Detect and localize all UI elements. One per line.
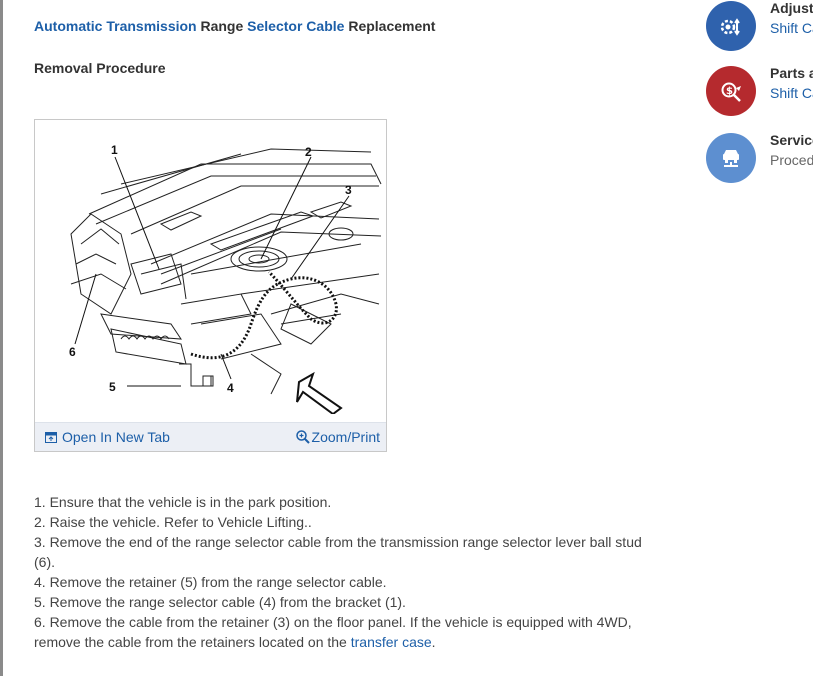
zoom-print-label: Zoom/Print [311,429,380,445]
sidebar-item-parts-labor[interactable]: $ Parts and Labor Shift Cable [706,66,813,116]
vehicle-lift-icon [723,150,739,167]
sidebar-title: Adjustment [770,1,813,16]
open-in-new-tab-label: Open In New Tab [62,429,170,445]
diagram-figure: 1 2 3 4 5 6 Open In New Tab Zoom/Print [34,119,387,452]
sidebar-title: Parts and Labor [770,66,813,81]
step-item: 3. Remove the end of the range selector … [34,534,642,570]
figure-toolbar: Open In New Tab Zoom/Print [35,422,386,451]
section-heading: Removal Procedure [34,60,166,76]
zoom-print-link[interactable]: Zoom/Print [295,429,380,445]
open-in-new-tab-link[interactable]: Open In New Tab [45,429,170,445]
callout-2: 2 [305,145,312,159]
dollar-wrench-icon: $ [721,82,741,102]
callout-5: 5 [109,380,116,394]
step-item: 6. Remove the cable from the retainer (3… [34,612,664,652]
sidebar-subtitle: Procedure [770,152,813,168]
sidebar-title: Service [770,133,813,148]
sidebar-icon-bg [706,133,756,183]
callout-3: 3 [345,183,352,197]
transfer-case-link[interactable]: transfer case [351,634,432,650]
step-item: 4. Remove the retainer (5) from the rang… [34,574,387,590]
procedure-steps: 1. Ensure that the vehicle is in the par… [34,492,664,652]
open-tab-icon [45,431,57,443]
sidebar-icon-bg: $ [706,66,756,116]
sidebar-icon-bg [706,1,756,51]
title-link-selector-cable[interactable]: Selector Cable [247,18,344,34]
title-text: Replacement [344,18,436,34]
page-title: Automatic Transmission Range Selector Ca… [34,18,435,34]
sidebar-item-adjustment[interactable]: Adjustment Shift Cable [706,1,813,51]
sidebar-link[interactable]: Shift Cable [770,20,813,36]
step-item: 5. Remove the range selector cable (4) f… [34,594,406,610]
left-border [0,0,3,676]
step-text-end: . [431,634,436,650]
step-item: 1. Ensure that the vehicle is in the par… [34,494,332,510]
sidebar-item-service[interactable]: Service Procedure [706,133,813,183]
step-item: 2. Raise the vehicle. Refer to Vehicle L… [34,514,312,530]
title-link-automatic-transmission[interactable]: Automatic Transmission [34,18,197,34]
step-text: 6. Remove the cable from the retainer (3… [34,614,632,650]
range-selector-cable-diagram: 1 2 3 4 5 6 [69,143,382,414]
svg-text:$: $ [726,86,733,97]
zoom-in-icon [295,430,310,444]
sidebar-link[interactable]: Shift Cable [770,85,813,101]
callout-6: 6 [69,345,76,359]
callout-1: 1 [111,143,118,157]
callout-4: 4 [227,381,234,395]
gear-adjust-icon [720,18,740,36]
title-text: Range [196,18,248,34]
